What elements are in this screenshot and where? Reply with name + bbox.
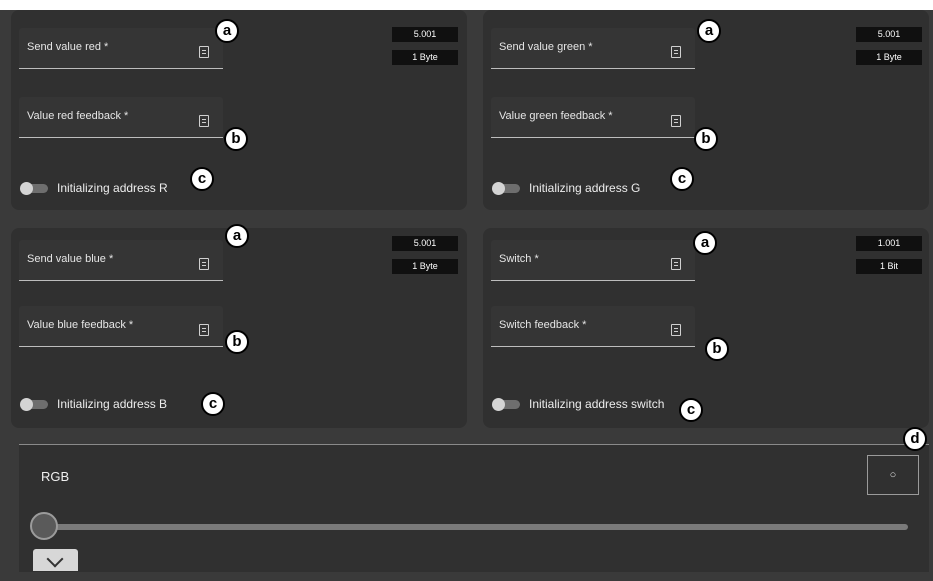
value-blue-feedback-field[interactable]: Value blue feedback *	[19, 306, 223, 347]
send-value-blue-field[interactable]: Send value blue *	[19, 240, 223, 281]
toggle-track	[20, 182, 48, 195]
document-icon[interactable]	[199, 46, 209, 58]
switch-feedback-field[interactable]: Switch feedback *	[491, 306, 695, 347]
rgb-title: RGB	[41, 469, 70, 484]
datapoint-type-size: 1 Bit	[856, 259, 922, 274]
send-value-red-field[interactable]: Send value red *	[19, 28, 223, 69]
toggle-track	[20, 398, 48, 411]
card-red: Send value red * 5.001 1 Byte Value red …	[11, 10, 467, 210]
document-icon[interactable]	[199, 115, 209, 127]
callout-marker-b: b	[225, 330, 249, 354]
document-icon[interactable]	[671, 115, 681, 127]
toggle-label: Initializing address switch	[529, 397, 665, 411]
callout-marker-c: c	[201, 392, 225, 416]
callout-marker-b: b	[224, 127, 248, 151]
callout-marker-b: b	[694, 127, 718, 151]
datapoint-type-code: 5.001	[856, 27, 922, 42]
datapoint-type-size: 1 Byte	[856, 50, 922, 65]
callout-marker-c: c	[190, 167, 214, 191]
rgb-action-button[interactable]: ○	[867, 455, 919, 495]
rgb-panel: RGB ○	[19, 444, 929, 572]
rgb-slider-thumb[interactable]	[30, 512, 58, 540]
card-blue: Send value blue * 5.001 1 Byte Value blu…	[11, 228, 467, 428]
send-value-green-field[interactable]: Send value green *	[491, 28, 695, 69]
toggle-switch[interactable]	[20, 182, 48, 195]
toggle-label: Initializing address G	[529, 181, 641, 195]
toggle-knob	[492, 182, 505, 195]
document-icon[interactable]	[199, 324, 209, 336]
callout-marker-c: c	[679, 398, 703, 422]
switch-field[interactable]: Switch *	[491, 240, 695, 281]
card-switch: Switch * 1.001 1 Bit Switch feedback * I…	[483, 228, 929, 428]
toggle-switch[interactable]	[492, 182, 520, 195]
send-value-blue-label: Send value blue *	[27, 253, 114, 265]
datapoint-type-code: 1.001	[856, 236, 922, 251]
datapoint-type-code: 5.001	[392, 236, 458, 251]
value-red-feedback-field[interactable]: Value red feedback *	[19, 97, 223, 138]
toggle-track	[492, 398, 520, 411]
toggle-label: Initializing address R	[57, 181, 168, 195]
toggle-knob	[492, 398, 505, 411]
toggle-track	[492, 182, 520, 195]
callout-marker-a: a	[225, 224, 249, 248]
expand-button[interactable]	[33, 549, 78, 571]
switch-label: Switch *	[499, 253, 539, 265]
document-icon[interactable]	[671, 324, 681, 336]
document-icon[interactable]	[671, 258, 681, 270]
send-value-red-label: Send value red *	[27, 41, 109, 53]
callout-marker-c: c	[670, 167, 694, 191]
datapoint-type-size: 1 Byte	[392, 259, 458, 274]
document-icon[interactable]	[671, 46, 681, 58]
rgb-slider-track[interactable]	[44, 524, 908, 530]
callout-marker-a: a	[693, 231, 717, 255]
toggle-switch[interactable]	[492, 398, 520, 411]
document-icon[interactable]	[199, 258, 209, 270]
send-value-green-label: Send value green *	[499, 41, 593, 53]
callout-marker-d: d	[903, 427, 927, 451]
datapoint-type-code: 5.001	[392, 27, 458, 42]
value-red-feedback-label: Value red feedback *	[27, 110, 129, 122]
datapoint-type-size: 1 Byte	[392, 50, 458, 65]
app-background: Send value red * 5.001 1 Byte Value red …	[0, 10, 933, 581]
circle-icon: ○	[889, 469, 897, 481]
toggle-knob	[20, 182, 33, 195]
switch-feedback-label: Switch feedback *	[499, 319, 587, 331]
callout-marker-a: a	[697, 19, 721, 43]
toggle-knob	[20, 398, 33, 411]
callout-marker-b: b	[705, 337, 729, 361]
callout-marker-a: a	[215, 19, 239, 43]
toggle-label: Initializing address B	[57, 397, 168, 411]
chevron-down-icon	[46, 550, 64, 568]
toggle-switch[interactable]	[20, 398, 48, 411]
value-blue-feedback-label: Value blue feedback *	[27, 319, 134, 331]
value-green-feedback-label: Value green feedback *	[499, 110, 613, 122]
value-green-feedback-field[interactable]: Value green feedback *	[491, 97, 695, 138]
